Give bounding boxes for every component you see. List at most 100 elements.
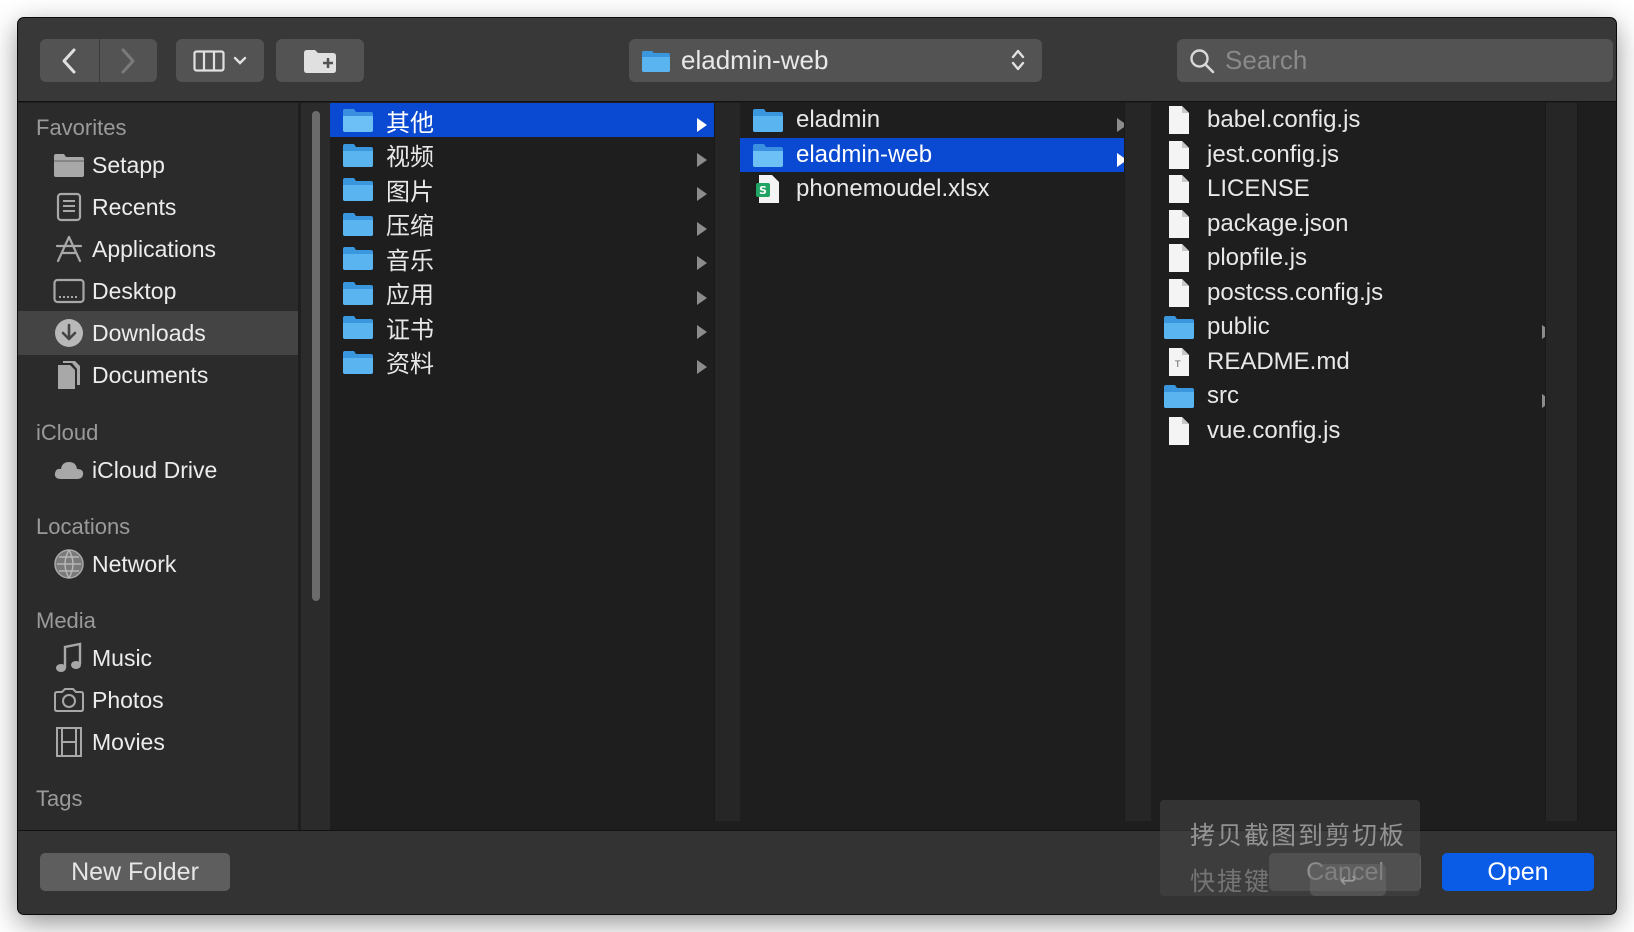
sidebar-item-label: Downloads: [92, 319, 206, 346]
sidebar-item-music[interactable]: Music: [18, 636, 298, 680]
disclosure-arrow-icon: [696, 319, 708, 347]
desktop-icon: [52, 274, 86, 308]
sidebar-item-label: iCloud Drive: [92, 456, 218, 483]
sidebar-item-icloud-drive[interactable]: iCloud Drive: [18, 448, 298, 492]
sidebar: Favorites Setapp Recents Applications De…: [18, 103, 298, 830]
nav-button-group: [40, 39, 157, 82]
file-name: 应用: [386, 282, 434, 309]
file-name: 图片: [386, 178, 434, 206]
path-popup[interactable]: eladmin-web: [629, 39, 1042, 82]
file-row[interactable]: 音乐: [330, 241, 716, 275]
file-row[interactable]: 证书: [330, 310, 716, 344]
disclosure-arrow-icon: [696, 285, 708, 313]
svg-text:S: S: [759, 184, 767, 197]
file-name: public: [1207, 313, 1270, 340]
file-row[interactable]: eladmin-web: [740, 137, 1136, 172]
forward-button[interactable]: [98, 39, 158, 82]
sidebar-item-desktop[interactable]: Desktop: [18, 269, 298, 313]
sidebar-item-movies[interactable]: Movies: [18, 720, 298, 764]
sidebar-item-applications[interactable]: Applications: [18, 227, 298, 271]
folder-icon: [748, 107, 788, 133]
file-row[interactable]: 视频: [330, 138, 716, 172]
folder-icon: [338, 142, 378, 168]
file-row[interactable]: Sphonemoudel.xlsx: [740, 172, 1136, 206]
file-name: 其他: [386, 109, 434, 137]
sidebar-item-documents[interactable]: Documents: [18, 353, 298, 397]
column-divider[interactable]: [1124, 103, 1152, 821]
view-mode-button[interactable]: [176, 39, 264, 82]
new-folder-toolbar-button[interactable]: [276, 39, 364, 82]
folder-icon: [1159, 383, 1199, 409]
search-input[interactable]: [1225, 45, 1595, 76]
file-icon: [1159, 140, 1199, 170]
file-row[interactable]: 资料: [330, 345, 716, 379]
documents-icon: [52, 358, 86, 392]
sidebar-scrollbar-thumb[interactable]: [312, 111, 320, 601]
file-row[interactable]: public: [1151, 310, 1561, 344]
column-divider[interactable]: [1545, 103, 1578, 821]
open-button[interactable]: Open: [1442, 853, 1594, 891]
sidebar-item-network[interactable]: Network: [18, 542, 298, 586]
file-row[interactable]: 应用: [330, 276, 716, 310]
applications-icon: [52, 232, 86, 266]
back-button[interactable]: [40, 39, 99, 82]
file-name: plopfile.js: [1207, 244, 1308, 271]
folder-icon: [338, 211, 378, 237]
spreadsheet-icon: S: [748, 174, 788, 204]
file-icon: [1159, 243, 1199, 273]
updown-chevron-icon: [1011, 49, 1025, 71]
disclosure-arrow-icon: [696, 250, 708, 278]
film-icon: [52, 725, 86, 759]
folder-icon: [338, 107, 378, 133]
columns-view-icon: [193, 49, 225, 72]
cancel-button[interactable]: Cancel: [1269, 853, 1421, 891]
sidebar-item-downloads[interactable]: Downloads: [18, 311, 298, 355]
file-name: package.json: [1207, 209, 1349, 237]
sidebar-scrollbar[interactable]: [300, 103, 330, 830]
file-row[interactable]: 压缩: [330, 207, 716, 241]
file-row[interactable]: package.json: [1151, 207, 1561, 241]
file-row[interactable]: src: [1151, 379, 1561, 413]
disclosure-arrow-icon: [696, 354, 708, 382]
sidebar-item-label: Photos: [92, 686, 164, 713]
folder-icon: [338, 176, 378, 202]
folder-icon: [338, 280, 378, 306]
column-divider[interactable]: [714, 103, 742, 821]
search-field[interactable]: [1177, 39, 1613, 82]
file-icon: [1159, 278, 1199, 308]
file-name: LICENSE: [1207, 175, 1310, 202]
file-row[interactable]: 其他: [330, 103, 716, 137]
file-row[interactable]: babel.config.js: [1151, 103, 1561, 137]
file-row[interactable]: postcss.config.js: [1151, 276, 1561, 310]
folder-icon: [338, 314, 378, 340]
browser-column-2: eladmin eladmin-web Sphonemoudel.xlsx: [740, 103, 1136, 821]
file-row[interactable]: plopfile.js: [1151, 241, 1561, 275]
file-name: jest.config.js: [1207, 140, 1340, 168]
file-row[interactable]: 图片: [330, 172, 716, 206]
file-name: eladmin: [796, 106, 881, 133]
sidebar-item-label: Documents: [92, 361, 209, 388]
sidebar-item-recents[interactable]: Recents: [18, 185, 298, 229]
sidebar-section-tags: Tags: [36, 786, 83, 811]
sidebar-section-media: Media: [36, 608, 96, 633]
toolbar: eladmin-web: [18, 18, 1616, 102]
file-row[interactable]: jest.config.js: [1151, 138, 1561, 172]
file-row[interactable]: eladmin: [740, 103, 1136, 137]
file-row[interactable]: vue.config.js: [1151, 414, 1561, 448]
sidebar-section-favorites: Favorites: [36, 115, 127, 140]
sidebar-item-photos[interactable]: Photos: [18, 678, 298, 722]
disclosure-arrow-icon: [696, 147, 708, 175]
search-icon: [1190, 48, 1215, 73]
sidebar-item-label: Setapp: [92, 151, 165, 178]
path-label: eladmin-web: [681, 45, 829, 75]
file-icon: [1159, 209, 1199, 239]
file-name: README.md: [1207, 347, 1350, 375]
new-folder-button[interactable]: New Folder: [40, 853, 230, 891]
file-row[interactable]: LICENSE: [1151, 172, 1561, 206]
sidebar-item-setapp[interactable]: Setapp: [18, 143, 298, 187]
folder-icon: [338, 245, 378, 271]
file-name: vue.config.js: [1207, 416, 1341, 444]
file-row[interactable]: T README.md: [1151, 345, 1561, 379]
column-empty-area: [1578, 103, 1616, 821]
sidebar-item-label: Music: [92, 644, 153, 671]
